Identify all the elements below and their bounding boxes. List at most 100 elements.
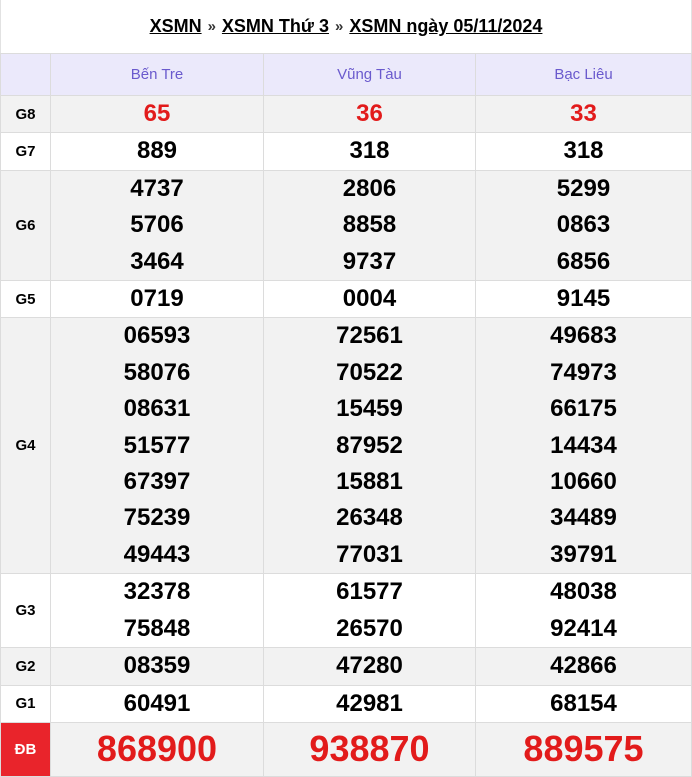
prize-number: 42981 [336,689,403,717]
province-header-bac-lieu: Bạc Liêu [475,53,692,96]
header-corner [0,53,51,96]
prize-number: 61577 [336,578,403,606]
prize-number: 08631 [123,395,191,423]
prize-number: 5299 [556,174,611,202]
prize-table-body: G8 65 36 33 G7 889 318 318 G6 4737 5706 3464 2806 885… [0,94,692,777]
prize-number: 3464 [130,247,184,275]
prize-number: 72561 [336,322,403,350]
prize-cell-ben-tre: 868900 [50,721,264,777]
prize-number: 49683 [550,322,617,350]
prize-number: 318 [563,137,604,165]
prize-number: 889575 [523,728,644,770]
prize-number: 51577 [123,431,191,459]
prize-number: 6856 [556,247,611,275]
prize-cell-vung-tau: 36 [263,94,476,134]
prize-cell-ben-tre: 32378 75848 [50,573,264,649]
prize-label: ĐB [0,721,51,777]
prize-number: 868900 [96,728,218,770]
prize-label: G1 [0,684,51,723]
prize-row-g2: G2 08359 47280 42866 [0,647,692,686]
prize-cell-vung-tau: 0004 [263,280,476,319]
breadcrumb-separator: » [207,18,216,35]
prize-cell-vung-tau: 47280 [263,647,476,686]
prize-number: 2806 [342,174,397,202]
prize-cell-bac-lieu: 42866 [475,647,692,686]
prize-cell-ben-tre: 0719 [50,280,264,319]
prize-number: 87952 [336,431,403,459]
prize-cell-vung-tau: 61577 26570 [263,573,476,649]
prize-number: 08359 [123,652,191,680]
prize-number: 938870 [309,728,430,770]
prize-row-db: ĐB 868900 938870 889575 [0,721,692,777]
prize-label: G2 [0,647,51,686]
prize-cell-bac-lieu: 49683 74973 66175 14434 10660 34489 39791 [475,317,692,575]
prize-number: 65 [143,100,171,127]
prize-label: G4 [0,317,51,575]
prize-number: 4737 [130,174,184,202]
prize-cell-bac-lieu: 48038 92414 [475,573,692,649]
prize-row-g6: G6 4737 5706 3464 2806 8858 9737 5299 0863 6856 [0,169,692,282]
prize-number: 47280 [336,652,403,680]
prize-number: 60491 [123,689,191,717]
prize-number: 9737 [342,247,397,275]
prize-cell-vung-tau: 2806 8858 9737 [263,169,476,282]
prize-number: 58076 [123,358,191,386]
prize-label: G5 [0,280,51,319]
prize-number: 14434 [550,431,617,459]
prize-number: 10660 [550,468,617,496]
prize-label: G8 [0,94,51,134]
prize-number: 75239 [123,504,191,532]
prize-cell-vung-tau: 938870 [263,721,476,777]
prize-number: 77031 [336,540,403,568]
prize-number: 66175 [550,395,617,423]
prize-cell-ben-tre: 08359 [50,647,264,686]
prize-number: 318 [349,137,390,165]
prize-number: 49443 [123,540,191,568]
prize-number: 36 [356,100,383,127]
prize-number: 26570 [336,614,403,642]
prize-row-g3: G3 32378 75848 61577 26570 48038 92414 [0,573,692,649]
prize-cell-bac-lieu: 68154 [475,684,692,723]
breadcrumb: XSMN » XSMN Thứ 3 » XSMN ngày 05/11/2024 [0,0,692,53]
prize-number: 06593 [123,322,191,350]
prize-cell-ben-tre: 65 [50,94,264,134]
prize-cell-ben-tre: 889 [50,132,264,171]
breadcrumb-link-xsmn[interactable]: XSMN [150,16,202,37]
prize-cell-ben-tre: 60491 [50,684,264,723]
prize-number: 0863 [556,211,611,239]
breadcrumb-link-xsmn-date[interactable]: XSMN ngày 05/11/2024 [349,16,542,37]
province-header-ben-tre: Bến Tre [50,53,264,96]
prize-number: 33 [570,100,597,127]
prize-number: 15881 [336,468,403,496]
prize-number: 8858 [342,211,397,239]
prize-label: G7 [0,132,51,171]
prize-number: 39791 [550,540,617,568]
prize-number: 889 [136,137,178,165]
prize-row-g1: G1 60491 42981 68154 [0,684,692,723]
prize-number: 5706 [130,211,184,239]
prize-number: 92414 [550,614,617,642]
breadcrumb-separator: » [334,18,344,35]
breadcrumb-link-xsmn-thu-3[interactable]: XSMN Thứ 3 [222,16,329,37]
prize-row-g5: G5 0719 0004 9145 [0,280,692,319]
prize-row-g7: G7 889 318 318 [0,132,692,171]
prize-number: 42866 [550,652,617,680]
table-header-row: Bến Tre Vũng Tàu Bạc Liêu [0,53,692,96]
prize-number: 15459 [336,395,403,423]
prize-cell-vung-tau: 42981 [263,684,476,723]
prize-cell-ben-tre: 06593 58076 08631 51577 67397 75239 49443 [50,317,264,575]
prize-label: G3 [0,573,51,649]
prize-cell-bac-lieu: 5299 0863 6856 [475,169,692,282]
prize-number: 75848 [123,614,191,642]
prize-cell-vung-tau: 318 [263,132,476,171]
prize-number: 68154 [550,689,617,717]
prize-number: 0004 [342,285,397,313]
prize-cell-bac-lieu: 889575 [475,721,692,777]
prize-row-g4: G4 06593 58076 08631 51577 67397 75239 49443 725… [0,317,692,575]
prize-cell-ben-tre: 4737 5706 3464 [50,169,264,282]
prize-number: 9145 [556,285,611,313]
prize-number: 34489 [550,504,617,532]
results-panel: XSMN » XSMN Thứ 3 » XSMN ngày 05/11/2024… [0,0,692,777]
prize-number: 67397 [123,468,191,496]
prize-cell-bac-lieu: 318 [475,132,692,171]
